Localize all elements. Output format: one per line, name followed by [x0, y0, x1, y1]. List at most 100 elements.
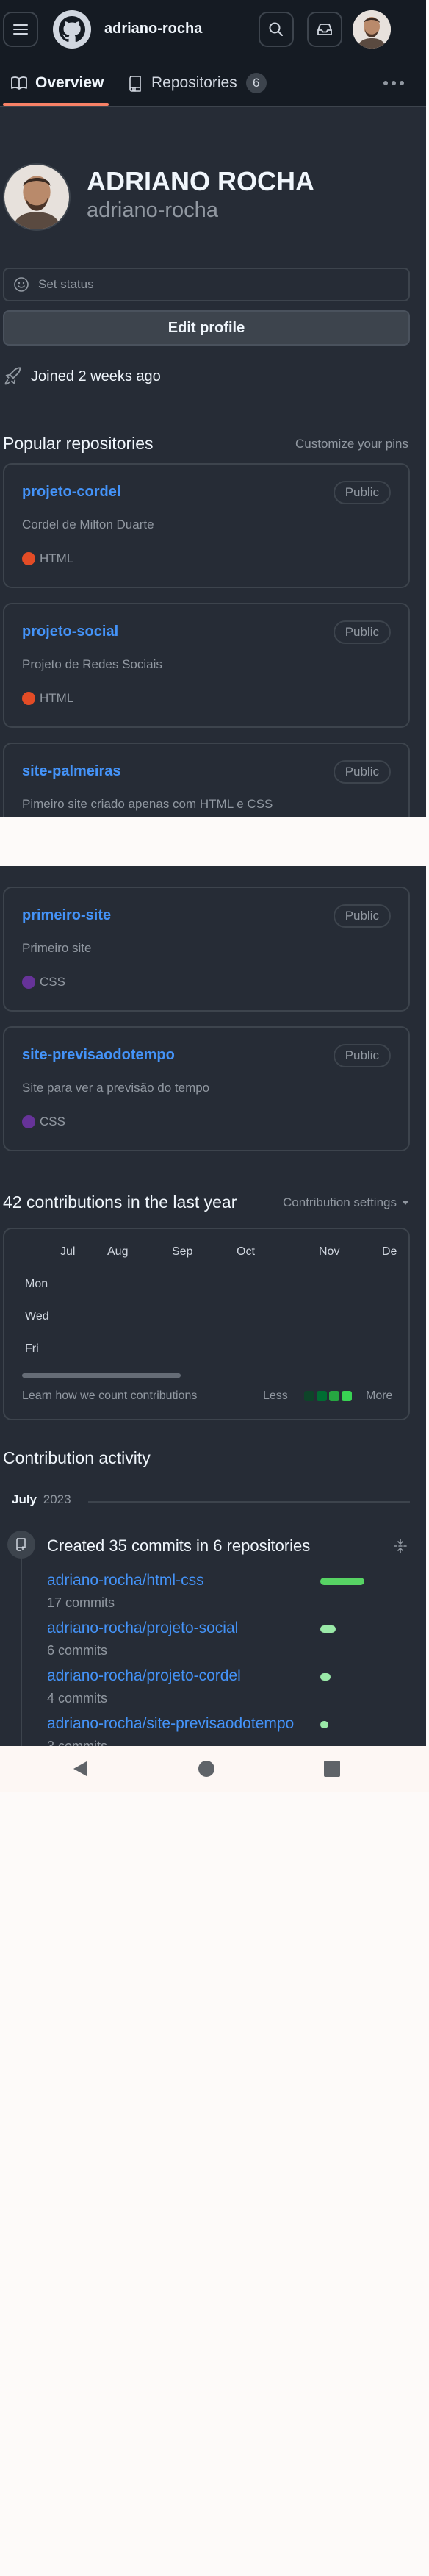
commit-repo-link[interactable]: adriano-rocha/projeto-social [47, 1620, 238, 1637]
customize-pins-link[interactable]: Customize your pins [295, 437, 408, 451]
repo-link[interactable]: projeto-social [22, 623, 118, 640]
repo-link[interactable]: primeiro-site [22, 907, 111, 924]
selected-tab-underline [3, 103, 109, 106]
legend-level-4 [342, 1391, 352, 1401]
repo-link[interactable]: site-palmeiras [22, 763, 121, 780]
repo-description: Primeiro site [22, 941, 92, 955]
inbox-button[interactable] [307, 12, 342, 47]
legend-level-1 [304, 1391, 314, 1401]
app-header: adriano-rocha [0, 0, 426, 60]
repo-language: CSS [22, 1115, 65, 1129]
repo-language-label: HTML [40, 691, 74, 705]
day-label: Wed [25, 1310, 49, 1323]
legend-more: More [366, 1389, 393, 1402]
learn-contributions-link[interactable]: Learn how we count contributions [22, 1389, 197, 1403]
repo-description: Cordel de Milton Duarte [22, 518, 154, 532]
contributions-title: 42 contributions in the last year [3, 1192, 237, 1212]
inbox-icon [317, 24, 332, 35]
commit-repo-link[interactable]: adriano-rocha/site-previsaodotempo [47, 1715, 294, 1733]
visibility-badge: Public [333, 481, 391, 504]
commit-repo-link[interactable]: adriano-rocha/html-css [47, 1572, 204, 1589]
contribution-activity-title: Contribution activity [3, 1448, 151, 1467]
html-language-dot [22, 552, 35, 565]
repo-language-label: HTML [40, 551, 74, 565]
repo-card-site-previsaodotempo: site-previsaodotempo Public Site para ve… [3, 1026, 410, 1151]
commit-count[interactable]: 17 commits [47, 1595, 115, 1611]
activity-month: July [12, 1492, 37, 1506]
repo-card-site-palmeiras: site-palmeiras Public Pimeiro site criad… [3, 743, 410, 817]
joined-info: Joined 2 weeks ago [3, 366, 161, 387]
commit-bar [320, 1721, 328, 1728]
html-language-dot [22, 692, 35, 705]
repo-card-projeto-social: projeto-social Public Projeto de Redes S… [3, 603, 410, 728]
edit-profile-button[interactable]: Edit profile [3, 310, 410, 346]
css-language-dot [22, 1115, 35, 1128]
contribution-settings-button[interactable]: Contribution settings [283, 1195, 410, 1210]
screenshot-bottom: primeiro-site Public Primeiro site CSS s… [0, 866, 426, 1746]
screenshot-top: adriano-rocha Overview Repositories 6 AD… [0, 0, 426, 817]
menu-button[interactable] [3, 12, 38, 47]
month-label: Oct [237, 1245, 255, 1258]
month-label: De [382, 1245, 397, 1258]
day-label: Mon [25, 1278, 48, 1290]
repo-icon [129, 76, 141, 92]
commit-row: adriano-rocha/site-previsaodotempo 3 com… [47, 1715, 392, 1746]
profile-avatar[interactable] [3, 163, 71, 231]
popular-repositories-title: Popular repositories [3, 434, 154, 453]
repo-link[interactable]: projeto-cordel [22, 484, 120, 501]
commit-count[interactable]: 4 commits [47, 1691, 107, 1706]
commit-bar [320, 1673, 331, 1681]
legend-level-3 [329, 1391, 339, 1401]
repo-card-primeiro-site: primeiro-site Public Primeiro site CSS [3, 887, 410, 1012]
visibility-badge: Public [333, 904, 391, 928]
repo-language: HTML [22, 691, 73, 706]
home-icon[interactable] [197, 1759, 216, 1778]
css-language-dot [22, 976, 35, 989]
triangle-down-icon [402, 1201, 409, 1205]
more-tabs-button[interactable] [381, 72, 407, 94]
profile-tabs: Overview Repositories 6 [0, 60, 426, 107]
contribution-legend [304, 1391, 352, 1401]
commit-row: adriano-rocha/projeto-social 6 commits [47, 1620, 392, 1664]
activity-month-heading: July 2023 [12, 1492, 71, 1507]
repo-language-label: CSS [40, 975, 65, 989]
commit-count[interactable]: 6 commits [47, 1643, 107, 1659]
month-label: Nov [319, 1245, 340, 1258]
repo-description: Pimeiro site criado apenas com HTML e CS… [22, 797, 273, 811]
recents-icon[interactable] [323, 1760, 341, 1778]
tab-overview[interactable]: Overview [10, 60, 104, 106]
timeline-line [21, 1542, 22, 1746]
menu-icon [13, 24, 28, 35]
repo-language: HTML [22, 551, 73, 566]
github-logo-icon[interactable] [53, 10, 91, 49]
contribution-calendar: Jul Aug Sep Oct Nov De Mon Wed Fri Learn… [3, 1228, 410, 1420]
repo-language: CSS [22, 975, 65, 990]
repo-push-icon [16, 1538, 26, 1551]
header-username[interactable]: adriano-rocha [104, 21, 202, 37]
set-status-label: Set status [38, 277, 94, 291]
repo-language-label: CSS [40, 1115, 65, 1128]
profile-name: ADRIANO ROCHA [87, 166, 314, 196]
unfold-icon[interactable] [392, 1538, 408, 1554]
rocket-icon [4, 367, 21, 385]
repo-description: Projeto de Redes Sociais [22, 657, 162, 671]
joined-text: Joined 2 weeks ago [31, 368, 161, 384]
commit-bar [320, 1625, 336, 1633]
commit-row: adriano-rocha/projeto-cordel 4 commits [47, 1667, 392, 1711]
legend-level-2 [317, 1391, 327, 1401]
back-icon[interactable] [71, 1759, 90, 1778]
repo-link[interactable]: site-previsaodotempo [22, 1047, 175, 1064]
calendar-scrollbar[interactable] [22, 1373, 181, 1378]
kebab-horizontal-icon [383, 81, 404, 85]
activity-summary[interactable]: Created 35 commits in 6 repositories [47, 1536, 310, 1556]
search-button[interactable] [259, 12, 294, 47]
set-status-button[interactable]: Set status [3, 268, 410, 301]
contribution-settings-label: Contribution settings [283, 1195, 397, 1209]
avatar[interactable] [353, 10, 391, 49]
commit-repo-link[interactable]: adriano-rocha/projeto-cordel [47, 1667, 241, 1685]
commit-count[interactable]: 3 commits [47, 1739, 107, 1746]
tab-repositories[interactable]: Repositories 6 [126, 60, 267, 106]
month-label: Sep [172, 1245, 193, 1258]
commit-row: adriano-rocha/html-css 17 commits [47, 1572, 392, 1616]
repo-card-projeto-cordel: projeto-cordel Public Cordel de Milton D… [3, 463, 410, 588]
